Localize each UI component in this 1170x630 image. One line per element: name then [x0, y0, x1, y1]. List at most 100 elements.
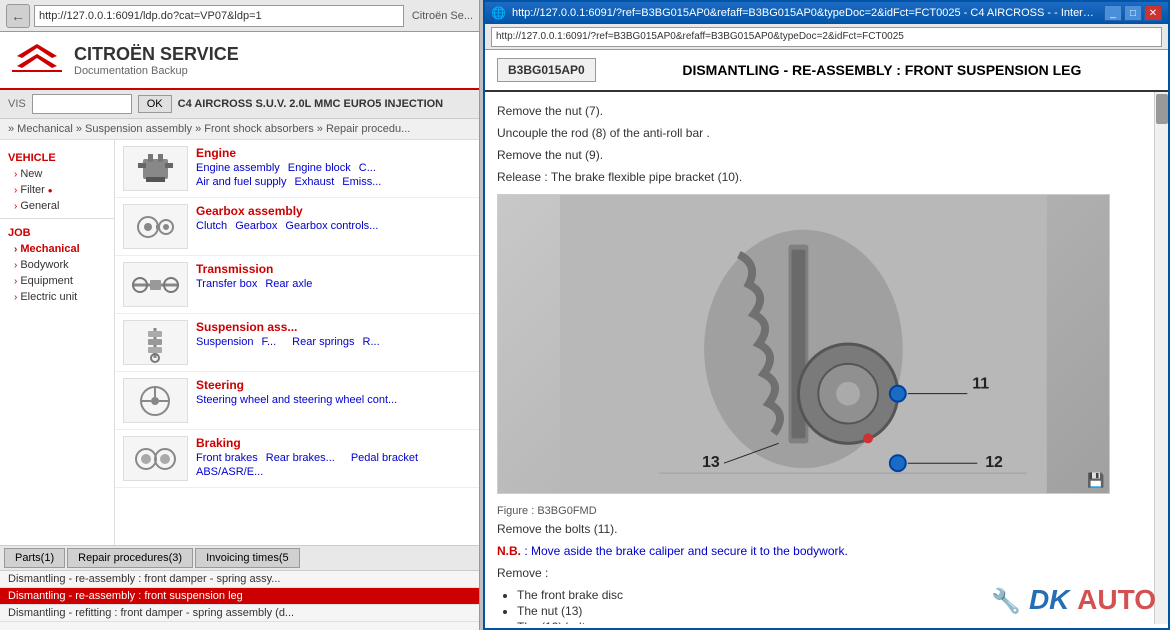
- gearbox-link-gearbox[interactable]: Gearbox: [235, 220, 277, 232]
- sidebar-item-filter[interactable]: › Filter ●: [0, 182, 114, 198]
- braking-link-abs[interactable]: ABS/ASR/E...: [196, 466, 263, 478]
- ie-controls: _ □ ✕: [1104, 5, 1162, 21]
- steering-link-1[interactable]: Steering wheel and steering wheel cont..…: [196, 394, 397, 406]
- ie-minimize-button[interactable]: _: [1104, 5, 1122, 21]
- sidebar-item-mechanical-label: Mechanical: [20, 243, 79, 255]
- vis-input[interactable]: [32, 94, 132, 114]
- nb-label: N.B.: [497, 544, 521, 558]
- ie-window: 🌐 http://127.0.0.1:6091/?ref=B3BG015AP0&…: [483, 0, 1170, 630]
- tab-repair[interactable]: Repair procedures(3): [67, 548, 193, 568]
- sidebar-item-mechanical[interactable]: › Mechanical: [0, 241, 114, 257]
- sidebar-item-electric-label: Electric unit: [20, 291, 77, 303]
- header-title: CITROËN SERVICE Documentation Backup: [74, 44, 239, 77]
- suspension-links: Suspension F... Rear springs R...: [196, 336, 471, 348]
- gearbox-icon: [123, 204, 188, 249]
- braking-link-rear[interactable]: Rear brakes...: [266, 452, 335, 464]
- braking-link-pedal[interactable]: Pedal bracket: [351, 452, 418, 464]
- citroen-logo: [12, 40, 62, 80]
- back-icon: ←: [11, 8, 25, 24]
- engine-link-block[interactable]: Engine block: [288, 162, 351, 174]
- steering-info: Steering Steering wheel and steering whe…: [196, 378, 471, 406]
- remove-label: Remove :: [497, 564, 1156, 582]
- transmission-link-transfer[interactable]: Transfer box: [196, 278, 257, 290]
- engine-links: Engine assembly Engine block C... Air an…: [196, 162, 471, 188]
- svg-text:12: 12: [985, 454, 1003, 471]
- arrow-icon: ›: [14, 244, 17, 255]
- ie-url-input[interactable]: [491, 27, 1162, 47]
- engine-link-emiss[interactable]: Emiss...: [342, 176, 381, 188]
- ie-close-button[interactable]: ✕: [1144, 5, 1162, 21]
- doc-scrollbar[interactable]: [1154, 92, 1168, 624]
- dk-text: DK: [1029, 584, 1069, 615]
- transmission-links: Transfer box Rear axle: [196, 278, 471, 290]
- sidebar-item-filter-label: Filter: [20, 184, 44, 196]
- citroen-logo-svg: [12, 40, 62, 80]
- scrollbar-thumb: [1156, 94, 1168, 124]
- braking-title: Braking: [196, 436, 471, 450]
- breadcrumb-text: » Mechanical » Suspension assembly » Fro…: [8, 123, 410, 135]
- transmission-svg: [128, 265, 183, 305]
- engine-link-assembly[interactable]: Engine assembly: [196, 162, 280, 174]
- sidebar-item-bodywork[interactable]: › Bodywork: [0, 257, 114, 273]
- braking-svg: [128, 439, 183, 479]
- suspension-link-1[interactable]: Suspension: [196, 336, 254, 348]
- steering-title: Steering: [196, 378, 471, 392]
- breadcrumb-link-2[interactable]: Dismantling - re-assembly : front suspen…: [0, 588, 480, 605]
- browser-tab-label[interactable]: Citroën Se...: [412, 10, 473, 22]
- tab-invoicing[interactable]: Invoicing times(5: [195, 548, 300, 568]
- suspension-link-2[interactable]: F...: [262, 336, 277, 348]
- tab-parts[interactable]: Parts(1): [4, 548, 65, 568]
- gearbox-link-controls[interactable]: Gearbox controls...: [285, 220, 378, 232]
- doc-code: B3BG015AP0: [497, 58, 596, 82]
- breadcrumb-link-1[interactable]: Dismantling - re-assembly : front damper…: [0, 571, 480, 588]
- arrow-icon: ›: [14, 292, 17, 303]
- dot-indicator: ●: [48, 186, 53, 195]
- dk-auto-watermark: 🔧 DK AUTO: [991, 584, 1156, 616]
- breadcrumb-link-3[interactable]: Dismantling - refitting : front damper -…: [0, 605, 480, 622]
- sidebar-item-new[interactable]: › New: [0, 166, 114, 182]
- braking-links: Front brakes Rear brakes... Pedal bracke…: [196, 452, 471, 478]
- engine-svg: [128, 149, 183, 189]
- gearbox-link-clutch[interactable]: Clutch: [196, 220, 227, 232]
- engine-link-fuel[interactable]: Air and fuel supply: [196, 176, 287, 188]
- arrow-icon: ›: [14, 201, 17, 212]
- engine-link-exhaust[interactable]: Exhaust: [295, 176, 335, 188]
- category-gearbox: Gearbox assembly Clutch Gearbox Gearbox …: [115, 198, 479, 256]
- suspension-link-3[interactable]: Rear springs: [292, 336, 354, 348]
- sidebar-item-general[interactable]: › General: [0, 198, 114, 214]
- sidebar-item-equipment[interactable]: › Equipment: [0, 273, 114, 289]
- engine-link-c[interactable]: C...: [359, 162, 376, 174]
- remove-bolts-text: Remove the bolts (11).: [497, 520, 1156, 538]
- braking-icon: [123, 436, 188, 481]
- category-steering: Steering Steering wheel and steering whe…: [115, 372, 479, 430]
- suspension-link-4[interactable]: R...: [363, 336, 380, 348]
- steering-icon: [123, 378, 188, 423]
- vis-bar: VIS OK C4 AIRCROSS S.U.V. 2.0L MMC EURO5…: [0, 90, 479, 119]
- sidebar-item-electric[interactable]: › Electric unit: [0, 289, 114, 305]
- nb-text: N.B. : Move aside the brake caliper and …: [497, 544, 1156, 558]
- wrench-icon: 🔧: [991, 588, 1021, 615]
- left-browser-panel: ← Citroën Se... CITROËN SERVICE Document…: [0, 0, 480, 630]
- figure-caption: Figure : B3BG0FMD: [497, 502, 1156, 520]
- arrow-icon: ›: [14, 185, 17, 196]
- sidebar-item-general-label: General: [20, 200, 59, 212]
- vis-ok-button[interactable]: OK: [138, 95, 172, 113]
- ie-address-bar: [485, 24, 1168, 50]
- transmission-link-rear[interactable]: Rear axle: [265, 278, 312, 290]
- ie-maximize-button[interactable]: □: [1124, 5, 1142, 21]
- suspension-svg: [128, 323, 183, 363]
- arrow-icon: ›: [14, 276, 17, 287]
- auto-text: AUTO: [1077, 584, 1156, 615]
- back-button[interactable]: ←: [6, 4, 30, 28]
- sidebar-divider: [0, 218, 114, 219]
- svg-text:11: 11: [972, 376, 989, 393]
- browser-chrome: ← Citroën Se...: [0, 0, 479, 32]
- sidebar-item-equipment-label: Equipment: [20, 275, 73, 287]
- gearbox-title: Gearbox assembly: [196, 204, 471, 218]
- braking-link-front[interactable]: Front brakes: [196, 452, 258, 464]
- save-figure-icon[interactable]: 💾: [1087, 472, 1104, 489]
- engine-icon: [123, 146, 188, 191]
- address-bar[interactable]: [34, 5, 404, 27]
- category-suspension: Suspension ass... Suspension F... Rear s…: [115, 314, 479, 372]
- instruction-3: Remove the nut (9).: [497, 146, 1156, 164]
